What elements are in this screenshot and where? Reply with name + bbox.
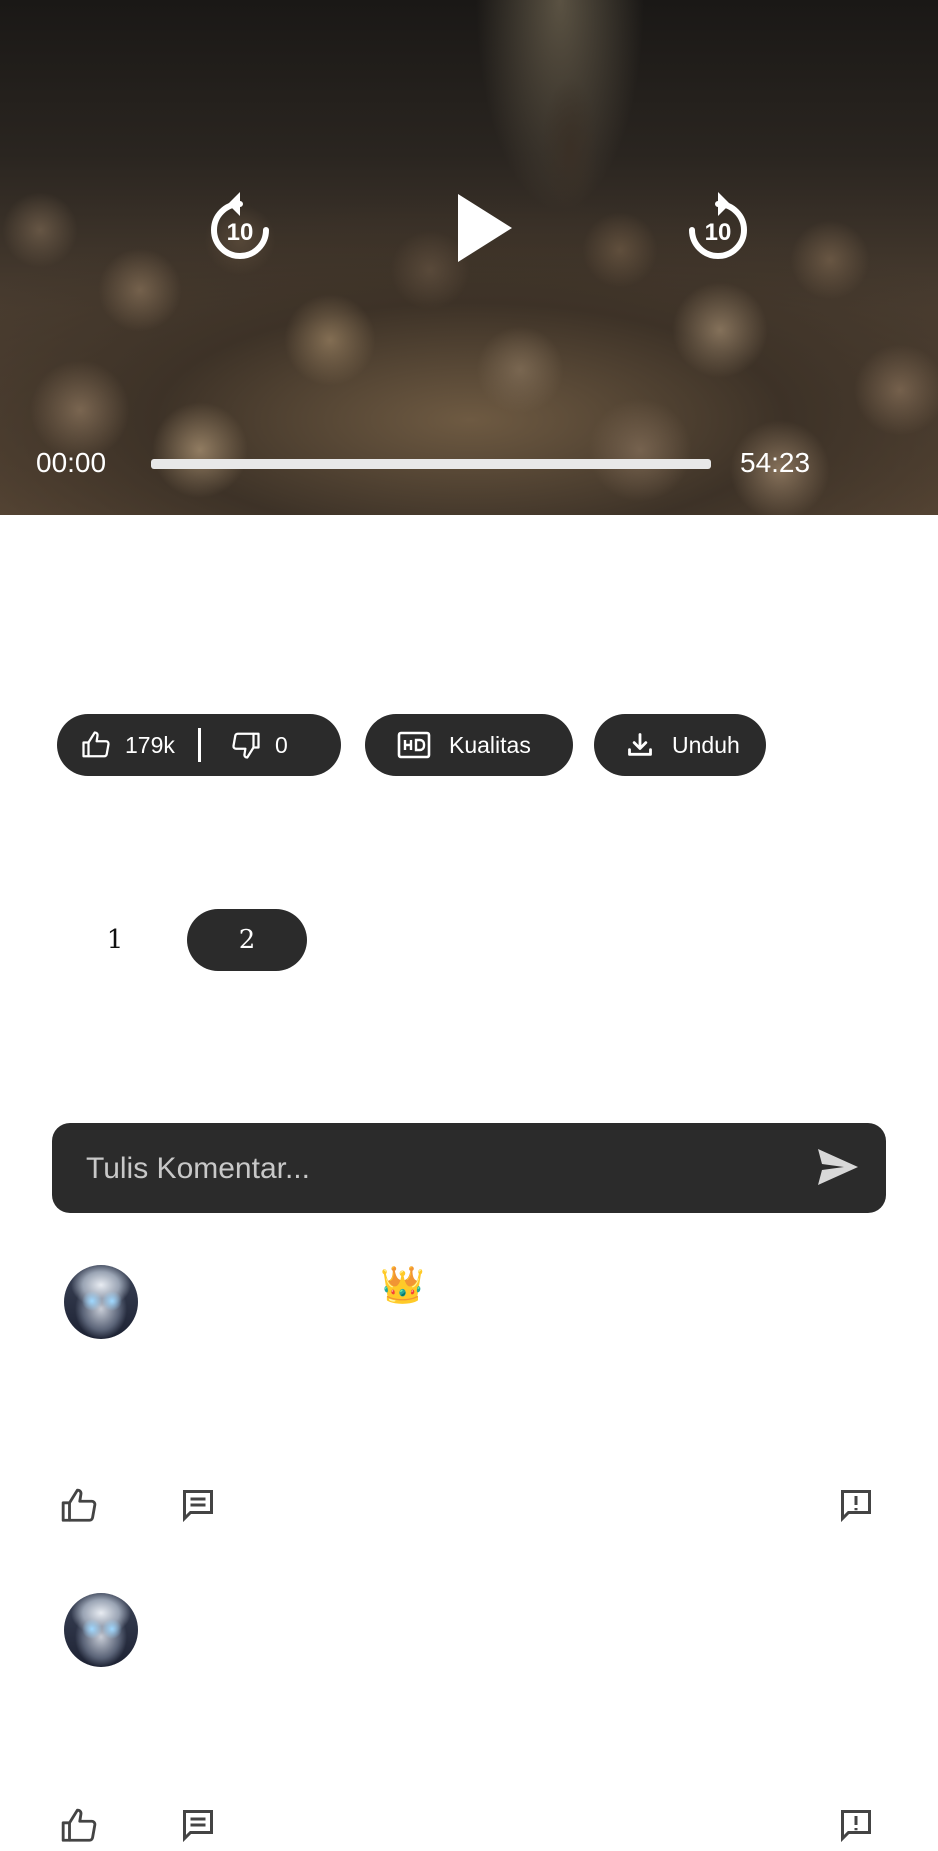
- play-icon: [458, 194, 512, 262]
- comment-icon: [183, 1810, 213, 1843]
- comment-icon: [183, 1490, 213, 1523]
- replay-10-icon: 10: [211, 192, 269, 259]
- total-time: 54:23: [740, 447, 811, 478]
- comment-reply-button[interactable]: [180, 1807, 216, 1848]
- download-button[interactable]: Unduh: [594, 714, 766, 776]
- video-actions: 179k 0 Kualitas Unduh: [0, 714, 938, 776]
- hd-icon: [397, 731, 431, 759]
- avatar[interactable]: [64, 1265, 138, 1339]
- like-button[interactable]: 179k: [81, 730, 175, 760]
- thumb-down-icon: [231, 730, 261, 760]
- dislike-button[interactable]: 0: [231, 730, 288, 760]
- thumb-up-icon: [61, 1488, 97, 1522]
- send-button[interactable]: [816, 1147, 860, 1187]
- avatar[interactable]: [64, 1593, 138, 1667]
- comment-form: [52, 1123, 886, 1215]
- page-button-2[interactable]: 2: [187, 909, 307, 971]
- vote-divider: [198, 728, 201, 762]
- thumb-up-icon: [61, 1808, 97, 1842]
- report-icon: [841, 1490, 871, 1523]
- comment-actions: [0, 1807, 938, 1847]
- report-icon: [841, 1810, 871, 1843]
- progress-bar[interactable]: [151, 459, 711, 469]
- comment-input[interactable]: [84, 1123, 808, 1215]
- episode-pagination: 1 2: [0, 909, 938, 971]
- quality-button[interactable]: Kualitas: [365, 714, 573, 776]
- comment-like-button[interactable]: [60, 1807, 98, 1850]
- comment-report-button[interactable]: [838, 1807, 874, 1848]
- crown-badge: 👑: [380, 1264, 425, 1305]
- comment-like-button[interactable]: [60, 1487, 98, 1530]
- video-frame-figure: [540, 78, 600, 218]
- comment-report-button[interactable]: [838, 1487, 874, 1528]
- thumb-up-icon: [81, 730, 111, 760]
- svg-text:10: 10: [227, 219, 254, 246]
- forward-10-icon: 10: [689, 192, 747, 259]
- download-icon: [626, 731, 654, 759]
- like-count: 179k: [125, 731, 175, 758]
- comment-actions: [0, 1487, 938, 1527]
- vote-group: 179k 0: [57, 714, 341, 776]
- download-label: Unduh: [672, 731, 740, 758]
- rewind-10-button[interactable]: 10: [204, 188, 276, 268]
- video-player[interactable]: 10 10 00:00 54:23: [0, 0, 938, 515]
- svg-text:10: 10: [705, 219, 732, 246]
- dislike-count: 0: [275, 731, 288, 758]
- play-button[interactable]: [448, 188, 518, 268]
- current-time: 00:00: [36, 447, 107, 478]
- page-button-1[interactable]: 1: [55, 909, 175, 971]
- comment-reply-button[interactable]: [180, 1487, 216, 1528]
- send-icon: [818, 1149, 858, 1185]
- forward-10-button[interactable]: 10: [682, 188, 754, 268]
- quality-label: Kualitas: [449, 731, 531, 758]
